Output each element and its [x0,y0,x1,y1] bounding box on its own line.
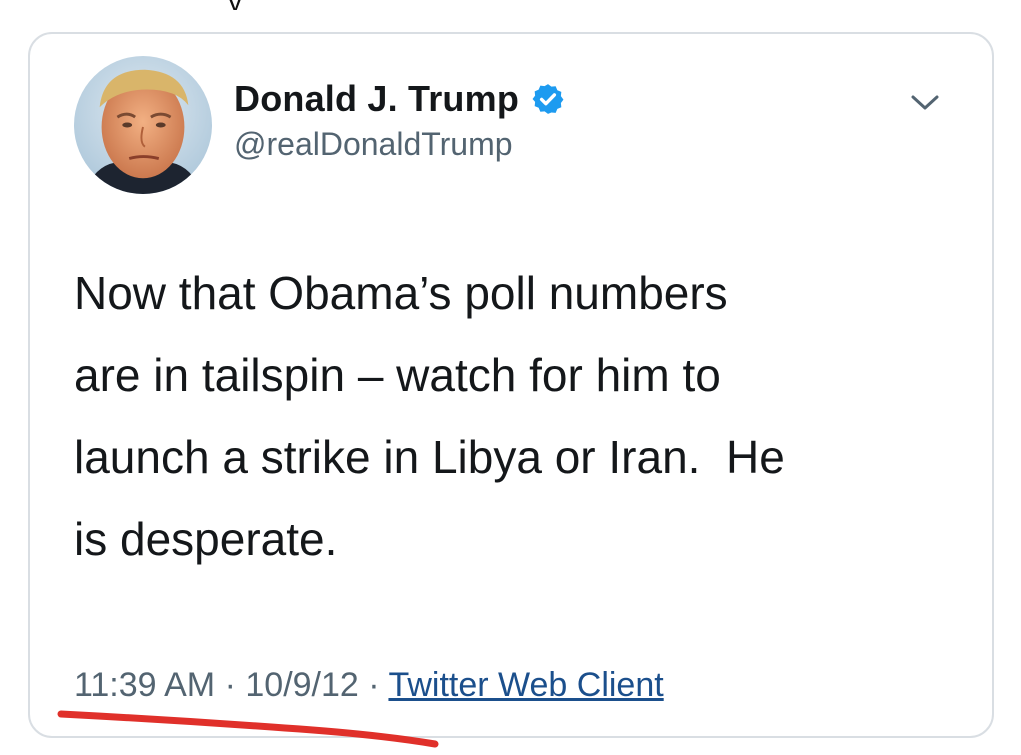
tweet-time[interactable]: 11:39 AM [74,666,215,704]
name-row: Donald J. Trump [234,76,565,122]
chevron-down-icon[interactable] [908,92,942,114]
tweet-author: Donald J. Trump @realDonaldTrump [234,76,565,163]
separator-dot: · [224,666,236,704]
display-name[interactable]: Donald J. Trump [234,78,519,120]
separator-dot: · [368,666,380,704]
avatar[interactable] [74,56,212,194]
tweet-metadata: 11:39 AM · 10/9/12 · Twitter Web Client [74,666,664,705]
source-link[interactable]: Twitter Web Client [388,666,663,704]
tweet-card[interactable]: Donald J. Trump @realDonaldTrump Now tha… [28,32,994,738]
cropped-glyph: y [228,0,242,10]
tweet-date[interactable]: 10/9/12 [245,666,358,704]
profile-photo [74,56,212,194]
cropped-text-fragment: y [0,0,1021,10]
tweet-text: Now that Obama’s poll numbers are in tai… [74,267,785,565]
user-handle[interactable]: @realDonaldTrump [234,126,565,163]
verified-badge-icon [532,84,564,114]
screenshot-canvas: y [0,0,1021,755]
